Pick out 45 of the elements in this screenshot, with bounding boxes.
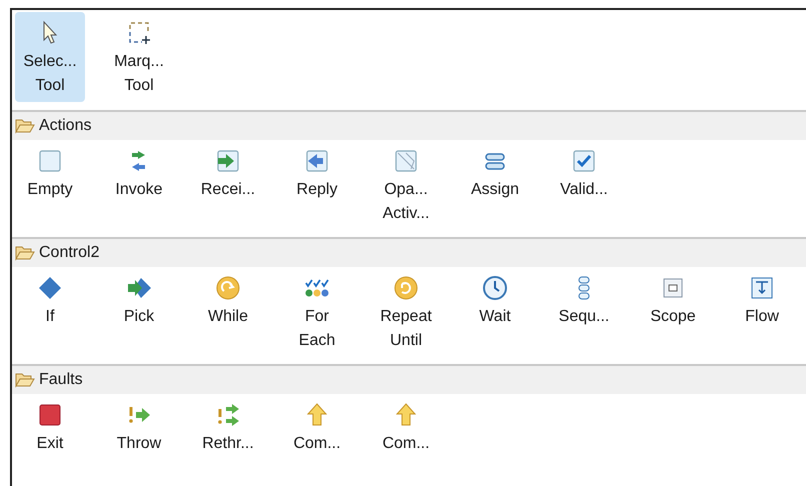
drawer-header[interactable]: Control2 [12, 237, 806, 267]
palette-item[interactable]: Com... [371, 394, 441, 460]
drawer-title: Actions [39, 116, 92, 136]
stop-square-icon [37, 402, 63, 428]
folder-icon [15, 118, 35, 134]
palette-item[interactable]: Empty [15, 140, 85, 206]
flow-frame-icon [749, 275, 775, 301]
palette-item[interactable]: For Each [282, 267, 352, 357]
up-arrow-icon [304, 402, 330, 428]
palette-item[interactable]: Opa... Activ... [371, 140, 441, 230]
palette-item[interactable]: Invoke [104, 140, 174, 206]
palette-item[interactable]: If [15, 267, 85, 333]
palette-item[interactable]: Sequ... [549, 267, 619, 333]
arrow-diamond-icon [126, 275, 152, 301]
folder-icon [15, 245, 35, 261]
palette-item[interactable]: Rethr... [193, 394, 263, 460]
palette-item[interactable]: Flow [727, 267, 797, 333]
drawer-header[interactable]: Faults [12, 364, 806, 394]
empty-square-icon [37, 148, 63, 174]
palette-item[interactable]: Marq... Tool [104, 12, 174, 102]
opaque-document-icon [393, 148, 419, 174]
palette-item[interactable]: Selec... Tool [15, 12, 85, 102]
palette-item[interactable]: Scope [638, 267, 708, 333]
repeat-circle-icon [393, 275, 419, 301]
palette-item[interactable]: Wait [460, 267, 530, 333]
clock-icon [482, 275, 508, 301]
palette-item[interactable]: Exit [15, 394, 85, 460]
up-arrow-icon [393, 402, 419, 428]
folder-icon [15, 372, 35, 388]
palette-item[interactable]: While [193, 267, 263, 333]
palette-item[interactable]: Throw [104, 394, 174, 460]
palette-item[interactable]: Reply [282, 140, 352, 206]
drawer-title: Faults [39, 370, 83, 390]
loop-circle-icon [215, 275, 241, 301]
palette-item[interactable]: Recei... [193, 140, 263, 206]
drawer-title: Control2 [39, 243, 100, 263]
checkmark-icon [571, 148, 597, 174]
drawer-header[interactable]: Actions [12, 110, 806, 140]
palette-item[interactable]: Pick [104, 267, 174, 333]
palette-item[interactable]: Repeat Until [371, 267, 441, 357]
palette-item[interactable]: Assign [460, 140, 530, 206]
palette-item[interactable]: Com... [282, 394, 352, 460]
diamond-icon [37, 275, 63, 301]
palette-item[interactable]: Valid... [549, 140, 619, 206]
exclamation-arrows-icon [215, 402, 241, 428]
